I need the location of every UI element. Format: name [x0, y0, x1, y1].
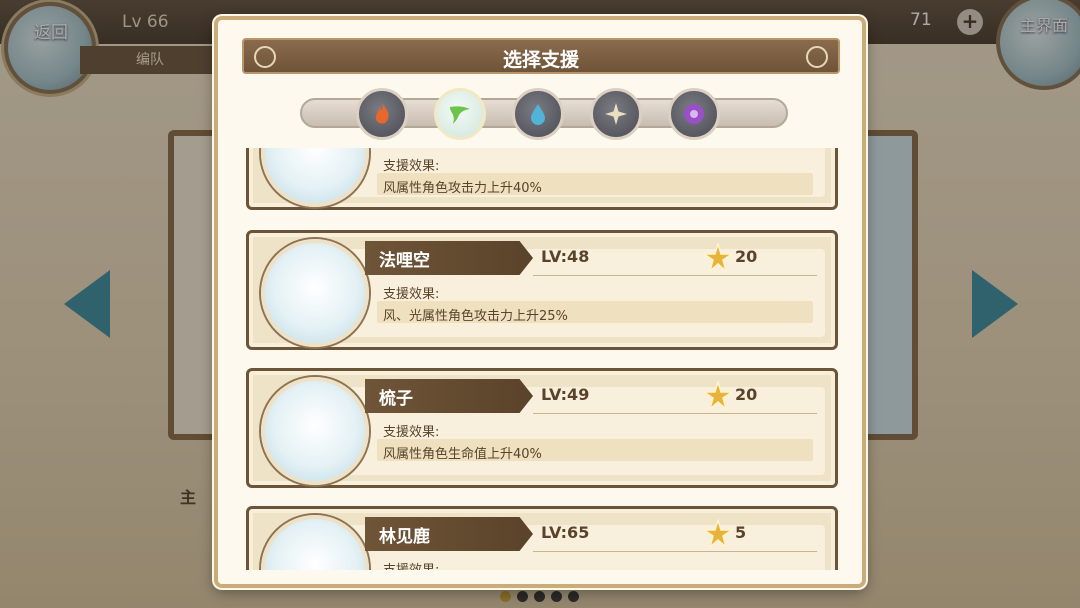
support-card[interactable]: 法哩空 LV:48 20 支援效果: 风、光属性角色攻击力上升25%: [246, 230, 838, 350]
character-portrait: [261, 515, 369, 570]
effect-label: 支援效果:: [383, 287, 440, 302]
character-name: 梳子: [379, 389, 413, 409]
character-name: 林见鹿: [379, 527, 430, 547]
character-level: LV:48: [541, 247, 590, 266]
cost-value: 5: [735, 523, 747, 542]
effect-text: 风属性角色攻击力上升40%: [383, 181, 542, 196]
character-portrait: [261, 239, 369, 347]
character-level: LV:65: [541, 523, 590, 542]
support-card[interactable]: 林见鹿 LV:65 5 支援效果:: [246, 506, 838, 570]
support-card[interactable]: 支援效果: 风属性角色攻击力上升40%: [246, 148, 838, 210]
effect-label: 支援效果:: [383, 425, 440, 440]
effect-label: 支援效果:: [383, 159, 440, 174]
dialog-title: 选择支援: [502, 49, 579, 71]
character-level: LV:49: [541, 385, 590, 404]
cost-value: 20: [735, 247, 758, 266]
effect-text: 风属性角色生命值上升40%: [383, 447, 542, 462]
water-drop-icon[interactable]: [512, 88, 564, 140]
dark-orb-icon[interactable]: [668, 88, 720, 140]
divider: [533, 551, 817, 552]
character-name: 法哩空: [379, 251, 430, 271]
cost-value: 20: [735, 385, 758, 404]
light-star-icon[interactable]: [590, 88, 642, 140]
dialog-title-bar: 选择支援: [242, 38, 840, 74]
wind-icon[interactable]: [434, 88, 486, 140]
ornament-icon: [806, 46, 828, 68]
support-card[interactable]: 梳子 LV:49 20 支援效果: 风属性角色生命值上升40%: [246, 368, 838, 488]
effect-text: 风、光属性角色攻击力上升25%: [383, 309, 568, 324]
cost-star-icon: [703, 519, 733, 549]
fire-icon[interactable]: [356, 88, 408, 140]
effect-label: 支援效果:: [383, 559, 439, 570]
cost-star-icon: [703, 381, 733, 411]
character-portrait: [261, 377, 369, 485]
divider: [533, 413, 817, 414]
support-dialog: 选择支援 支援效果: 风属性角色攻击力上升40% 法哩空 LV:48 20 支援…: [214, 16, 866, 588]
divider: [533, 275, 817, 276]
cost-star-icon: [703, 243, 733, 273]
character-portrait: [261, 148, 369, 207]
support-list[interactable]: 支援效果: 风属性角色攻击力上升40% 法哩空 LV:48 20 支援效果: 风…: [240, 148, 848, 570]
